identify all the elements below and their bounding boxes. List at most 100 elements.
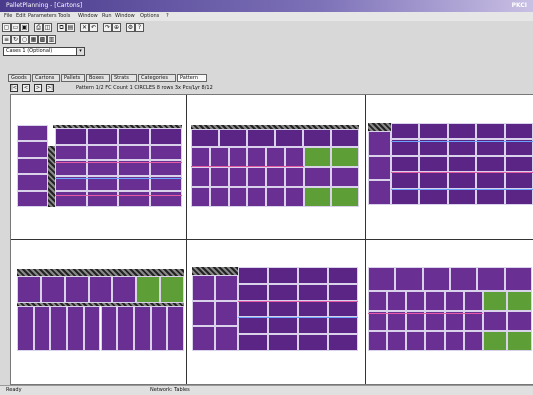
- carton-cell: [331, 187, 359, 207]
- carton-cell: [219, 129, 247, 148]
- menu-edit[interactable]: Edit: [16, 13, 26, 20]
- carton-cell: [419, 155, 448, 173]
- pallet-layout-1[interactable]: [17, 125, 182, 207]
- carton-cell: [268, 317, 299, 335]
- tab-pallets[interactable]: Pallets: [61, 74, 85, 82]
- menu-run[interactable]: Run: [102, 13, 112, 20]
- carton-cell: [387, 330, 407, 351]
- carton-cell: [275, 129, 303, 148]
- prev-button[interactable]: <: [22, 84, 30, 92]
- preview-icon[interactable]: ◫: [43, 23, 52, 32]
- carton-cell: [191, 167, 210, 188]
- carton-cell: [266, 167, 285, 188]
- tab-goods[interactable]: Goods: [8, 74, 31, 82]
- tab-pattern[interactable]: Pattern: [177, 74, 207, 82]
- carton-cell: [238, 300, 269, 318]
- save-icon[interactable]: ▣: [20, 23, 29, 32]
- carton-cell: [482, 290, 508, 311]
- carton-cell: [298, 283, 329, 301]
- pallet-edge-strip: [368, 123, 392, 132]
- carton-cell: [247, 147, 267, 168]
- carton-cell: [450, 267, 478, 291]
- last-button[interactable]: >|: [46, 84, 54, 92]
- carton-cell: [238, 317, 269, 335]
- pallet-layout-4[interactable]: [17, 269, 184, 351]
- circle-icon[interactable]: ○: [20, 35, 29, 44]
- tab-strats[interactable]: Strats: [111, 74, 137, 82]
- case-select[interactable]: Cases 1 (Optional) ▾: [3, 47, 85, 56]
- menu-parameters[interactable]: Parameters: [28, 13, 57, 20]
- carton-cell: [238, 334, 269, 351]
- layer-seam-line: [391, 141, 533, 143]
- menu-help[interactable]: ?: [166, 13, 169, 20]
- pallet-layout-3[interactable]: [368, 123, 533, 205]
- carton-cell: [209, 187, 229, 207]
- carton-cell: [33, 305, 51, 351]
- pattern-grid: [10, 94, 533, 385]
- chevron-down-icon[interactable]: ▾: [76, 48, 84, 55]
- carton-cell: [191, 147, 210, 168]
- carton-cell: [331, 147, 359, 168]
- layer-seam-line: [54, 194, 182, 196]
- carton-cell: [112, 275, 137, 304]
- carton-cell: [167, 305, 184, 351]
- help-icon[interactable]: ?: [135, 23, 144, 32]
- carton-cell: [88, 275, 113, 304]
- open-icon[interactable]: ▭: [11, 23, 20, 32]
- carton-cell: [406, 290, 426, 311]
- layer-icon[interactable]: ≡: [2, 35, 11, 44]
- carton-cell: [150, 144, 182, 161]
- stack-icon[interactable]: ▥: [47, 35, 56, 44]
- menu-window-2[interactable]: Window: [115, 13, 135, 20]
- tab-boxes[interactable]: Boxes: [86, 74, 110, 82]
- settings-icon[interactable]: ⚙: [126, 23, 135, 32]
- carton-cell: [215, 325, 239, 351]
- carton-cell: [284, 147, 304, 168]
- carton-cell: [419, 172, 448, 189]
- carton-cell: [425, 330, 445, 351]
- pallet-layout-2[interactable]: [191, 125, 359, 207]
- carton-cell: [17, 125, 49, 142]
- carton-cell: [209, 147, 229, 168]
- carton-cell: [17, 141, 49, 158]
- carton-cell: [17, 157, 49, 175]
- menu-window[interactable]: Window: [78, 13, 98, 20]
- carton-cell: [64, 275, 89, 304]
- tab-cartons[interactable]: Cartons: [32, 74, 60, 82]
- pattern-icon[interactable]: ▩: [38, 35, 47, 44]
- pallet-layout-5[interactable]: [192, 267, 358, 351]
- first-button[interactable]: |<: [10, 84, 18, 92]
- redo-icon[interactable]: ↷: [103, 23, 112, 32]
- undo-icon[interactable]: ↶: [89, 23, 98, 32]
- carton-cell: [331, 129, 359, 148]
- carton-cell: [507, 290, 532, 311]
- menu-tools[interactable]: Tools: [58, 13, 70, 20]
- menu-options[interactable]: Options: [140, 13, 159, 20]
- carton-cell: [133, 305, 151, 351]
- cut-icon[interactable]: ✕: [80, 23, 89, 32]
- copy-icon[interactable]: ⧉: [57, 23, 66, 32]
- carton-cell: [328, 300, 358, 318]
- tab-categories[interactable]: Categories: [138, 74, 176, 82]
- carton-cell: [238, 283, 269, 301]
- carton-cell: [268, 283, 299, 301]
- next-button[interactable]: >: [34, 84, 42, 92]
- menu-file[interactable]: File: [4, 13, 12, 20]
- print-icon[interactable]: ⎙: [34, 23, 43, 32]
- paste-icon[interactable]: ▤: [66, 23, 75, 32]
- carton-cell: [368, 290, 388, 311]
- carton-cell: [476, 155, 505, 173]
- new-icon[interactable]: ▢: [2, 23, 11, 32]
- carton-cell: [507, 330, 532, 351]
- rotate-icon[interactable]: ↻: [11, 35, 20, 44]
- zoom-icon[interactable]: ⊕: [112, 23, 121, 32]
- carton-cell: [425, 290, 445, 311]
- pallet-edge-strip: [48, 145, 55, 207]
- grid-icon[interactable]: ▦: [29, 35, 38, 44]
- pallet-layout-6[interactable]: [368, 267, 532, 351]
- carton-cell: [406, 330, 426, 351]
- carton-cell: [247, 187, 267, 207]
- title-bar: PalletPlanning - [Cartons] PKCI: [0, 0, 533, 12]
- carton-cell: [395, 267, 423, 291]
- carton-cell: [368, 180, 392, 205]
